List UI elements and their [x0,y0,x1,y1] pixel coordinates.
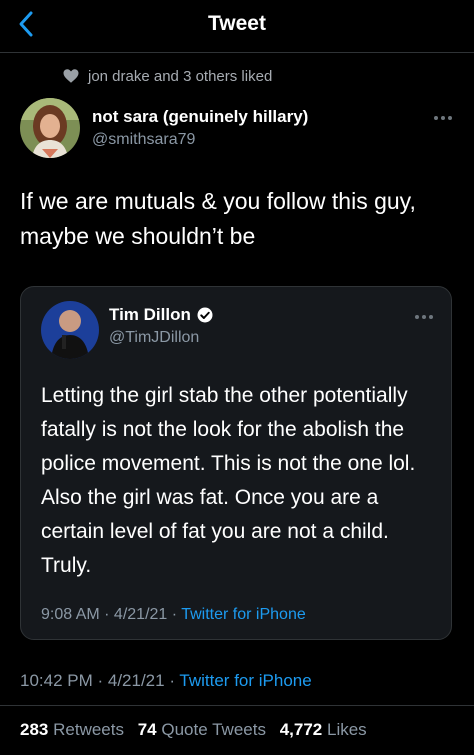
avatar[interactable] [20,98,80,158]
quoted-avatar[interactable] [41,301,99,359]
author-name[interactable]: not sara (genuinely hillary) [92,107,308,127]
verified-badge-icon [197,307,213,323]
retweets-label: Retweets [53,720,124,739]
author-handle[interactable]: @smithsara79 [92,131,195,149]
quotes-label: Quote Tweets [161,720,266,739]
engagement-stats: 283 Retweets 74 Quote Tweets 4,772 Likes [20,720,376,740]
more-options-icon[interactable] [432,114,454,122]
quote-tweets-stat[interactable]: 74 Quote Tweets [138,720,266,740]
quoted-more-options-icon[interactable] [413,313,435,321]
social-context[interactable]: jon drake and 3 others liked [62,66,272,86]
quoted-tweet-meta: 9:08 AM · 4/21/21 · Twitter for iPhone [41,606,306,624]
likes-label: Likes [326,720,367,739]
quoted-tweet-time: 9:08 AM · 4/21/21 · [41,606,182,623]
quotes-count: 74 [137,720,157,739]
quoted-source-link[interactable]: Twitter for iPhone [181,606,306,623]
quoted-author-name: Tim Dillon [109,305,191,324]
likes-count: 4,772 [279,720,323,739]
retweets-stat[interactable]: 283 Retweets [20,720,124,740]
likes-stat[interactable]: 4,772 Likes [280,720,367,740]
social-context-text: jon drake and 3 others liked [88,67,273,85]
tweet-time: 10:42 PM · 4/21/21 · [20,671,180,690]
quoted-tweet-text: Letting the girl stab the other potentia… [41,384,416,577]
tweet-text: If we are mutuals & you follow this guy,… [20,188,416,249]
top-bar: Tweet [0,0,474,53]
tweet-meta: 10:42 PM · 4/21/21 · Twitter for iPhone [20,671,312,691]
retweets-count: 283 [20,720,49,739]
source-link[interactable]: Twitter for iPhone [179,671,311,690]
quoted-tweet-card[interactable]: Tim Dillon @TimJDillon Letting the girl … [20,286,452,640]
divider [0,705,474,706]
page-title: Tweet [208,12,266,35]
quoted-author-row[interactable]: Tim Dillon [109,305,214,325]
heart-icon [63,69,79,83]
quoted-author-handle[interactable]: @TimJDillon [109,329,199,347]
